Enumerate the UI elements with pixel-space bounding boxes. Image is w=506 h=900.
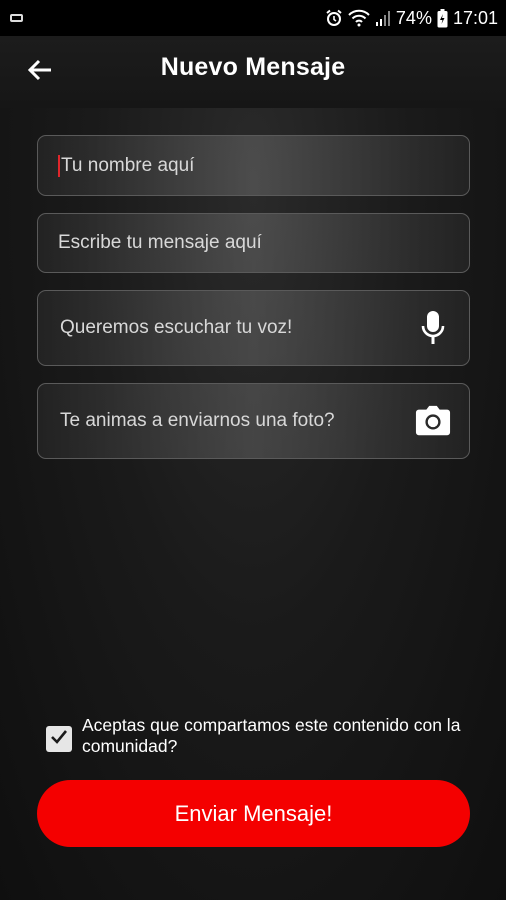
photo-upload-field[interactable]: Te animas a enviarnos una foto?	[37, 383, 470, 459]
checkmark-icon	[50, 729, 68, 750]
status-right: 74% 17:01	[325, 8, 498, 29]
battery-percent: 74%	[395, 7, 432, 28]
microphone-icon[interactable]	[415, 310, 451, 346]
voice-recorder-field[interactable]: Queremos escuchar tu voz!	[37, 290, 470, 366]
page-title: Nuevo Mensaje	[160, 53, 346, 81]
battery-charging-icon	[437, 8, 448, 28]
clock: 17:01	[452, 7, 498, 28]
notification-icon	[10, 14, 23, 22]
signal-icon	[375, 9, 391, 27]
consent-checkbox[interactable]	[46, 726, 72, 752]
status-left	[10, 14, 23, 22]
alarm-icon	[325, 9, 343, 27]
app-header: Nuevo Mensaje	[0, 36, 506, 108]
name-placeholder: Tu nombre aquí	[61, 154, 195, 176]
consent-row: Aceptas que compartamos este contenido c…	[46, 715, 466, 757]
camera-icon[interactable]	[415, 403, 451, 439]
consent-label: Aceptas que compartamos este contenido c…	[82, 715, 461, 756]
send-message-button[interactable]: Enviar Mensaje!	[37, 780, 470, 847]
status-bar: 74% 17:01	[0, 0, 506, 36]
wifi-icon	[348, 9, 370, 27]
name-input[interactable]: Tu nombre aquí	[37, 135, 470, 196]
text-caret	[58, 154, 60, 177]
message-placeholder: Escribe tu mensaje aquí	[58, 232, 262, 253]
form-area: Tu nombre aquí Escribe tu mensaje aquí Q…	[0, 108, 506, 900]
voice-label: Queremos escuchar tu voz!	[60, 317, 293, 338]
photo-label: Te animas a enviarnos una foto?	[60, 410, 335, 431]
message-input[interactable]: Escribe tu mensaje aquí	[37, 213, 470, 273]
